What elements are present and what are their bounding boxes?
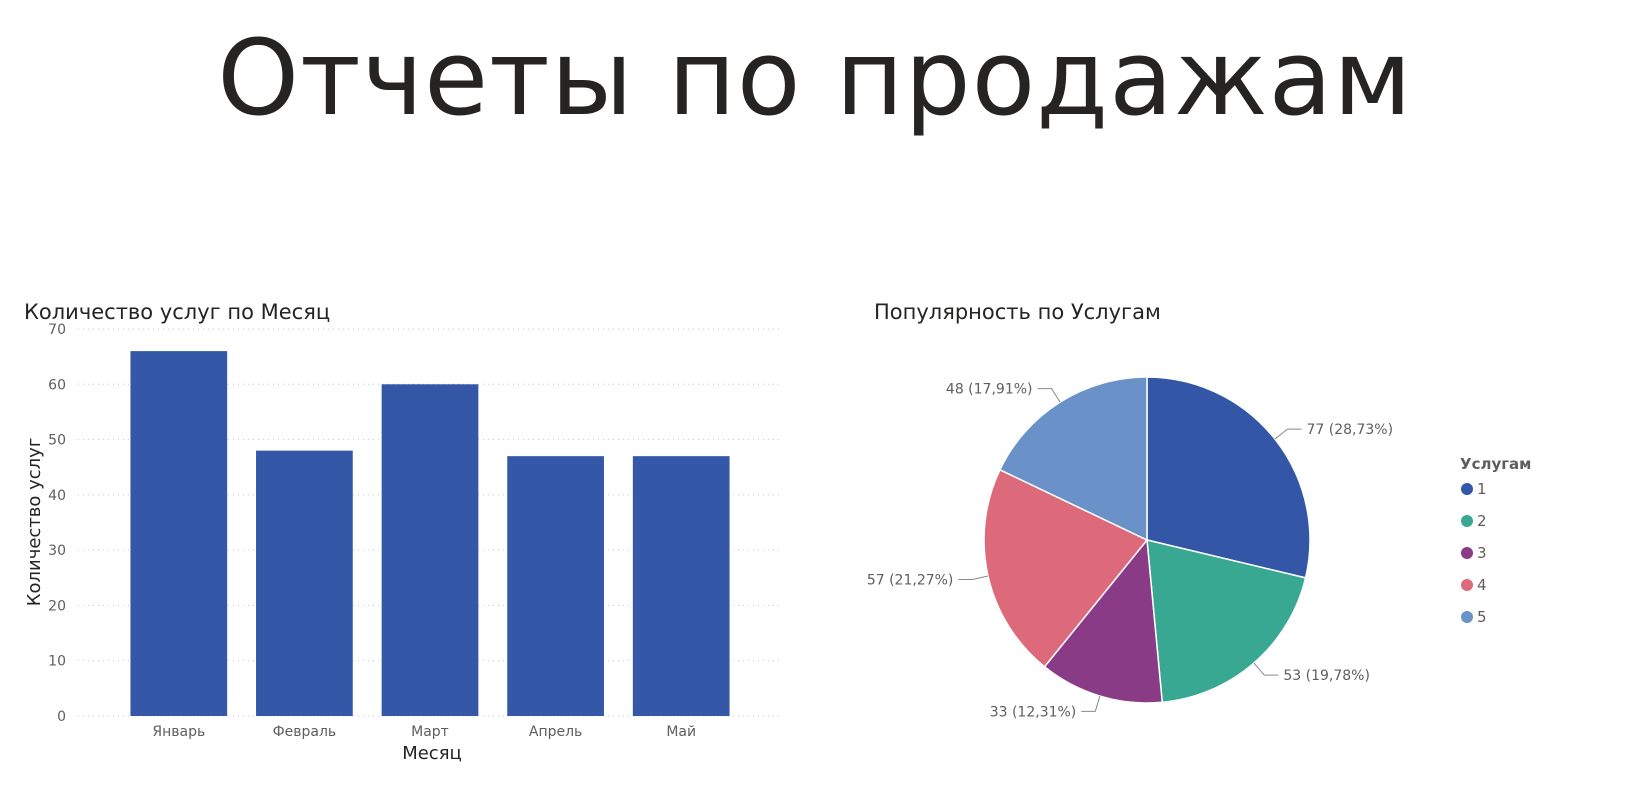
pie-data-label: 33 (12,31%) bbox=[990, 704, 1077, 720]
legend-marker bbox=[1461, 483, 1473, 495]
legend-marker bbox=[1461, 611, 1473, 623]
legend-marker bbox=[1461, 547, 1473, 559]
legend-marker bbox=[1461, 579, 1473, 591]
pie-data-label: 77 (28,73%) bbox=[1307, 422, 1394, 438]
pie-legend[interactable]: Услугам 1 2 3 4 5 bbox=[1460, 455, 1531, 626]
leader-line bbox=[1081, 695, 1101, 712]
legend-item-label[interactable]: 2 bbox=[1477, 512, 1487, 530]
leader-line bbox=[1253, 662, 1279, 676]
pie-slices bbox=[983, 376, 1311, 704]
legend-marker bbox=[1461, 515, 1473, 527]
leader-line bbox=[1037, 388, 1061, 403]
legend-item-label[interactable]: 3 bbox=[1477, 544, 1487, 562]
leader-line bbox=[1274, 428, 1302, 440]
legend-item-label[interactable]: 4 bbox=[1477, 576, 1487, 594]
pie-data-label: 53 (19,78%) bbox=[1283, 668, 1370, 684]
legend-title: Услугам bbox=[1460, 455, 1531, 473]
legend-item-label[interactable]: 1 bbox=[1477, 480, 1487, 498]
pie-data-label: 48 (17,91%) bbox=[946, 382, 1033, 398]
pie-data-label: 57 (21,27%) bbox=[867, 573, 954, 589]
legend-item-label[interactable]: 5 bbox=[1477, 608, 1487, 626]
pie-chart: 77 (28,73%) 53 (19,78%) 33 (12,31%) 57 (21,… bbox=[867, 376, 1531, 720]
leader-line bbox=[958, 575, 989, 581]
